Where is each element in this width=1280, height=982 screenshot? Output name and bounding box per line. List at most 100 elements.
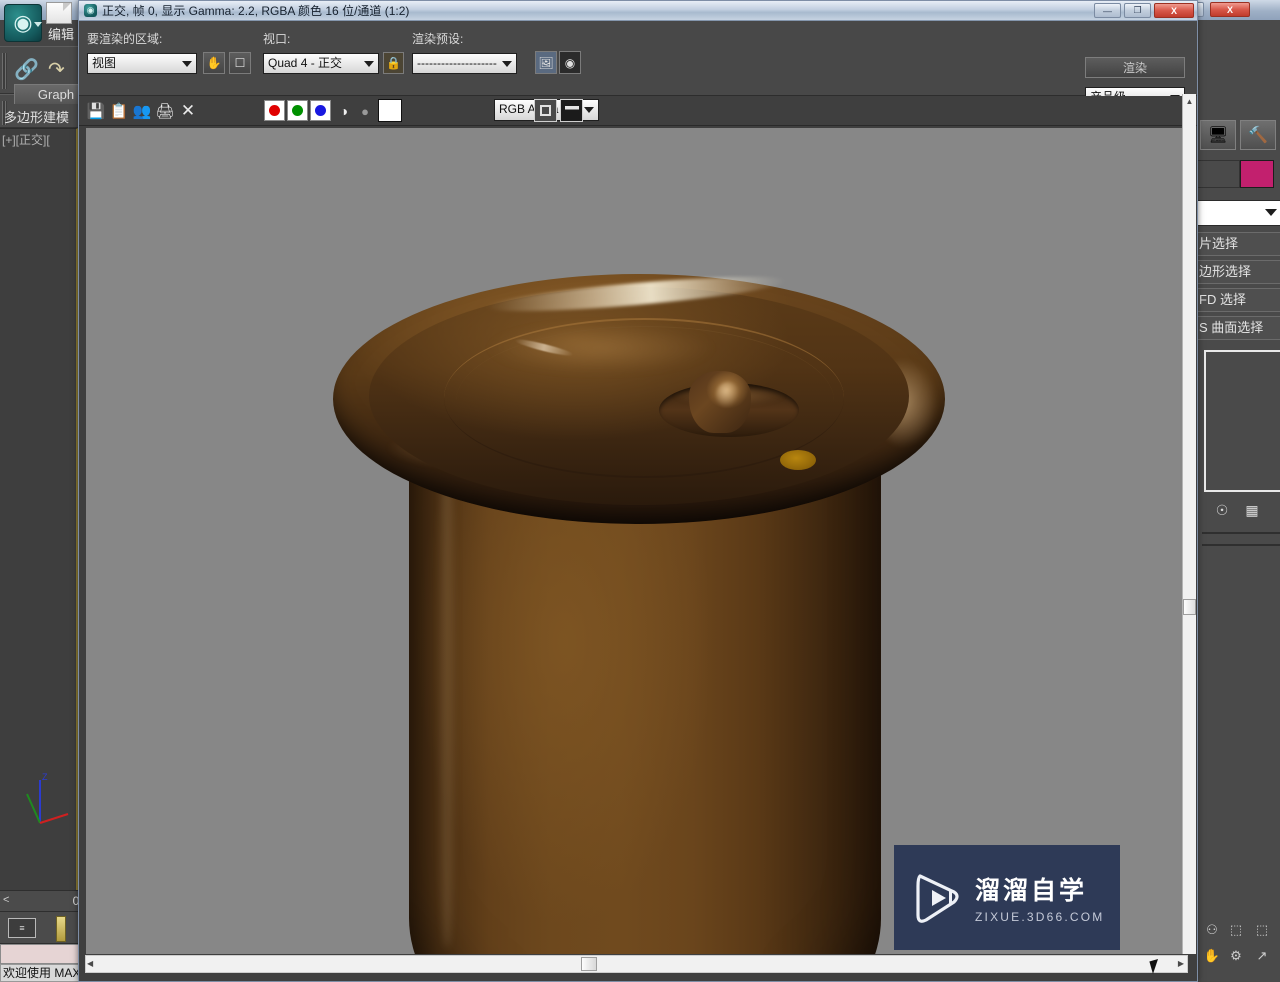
tab-display-icon[interactable]: 🖥	[1200, 120, 1236, 150]
lock-icon[interactable]: 🔒	[383, 52, 404, 74]
scroll-left-arrow-icon[interactable]: ◀	[87, 959, 93, 968]
modifier-item-0[interactable]: 片选择	[1196, 232, 1280, 256]
jar-lid-sheen	[486, 323, 716, 373]
render-frame-window: ◉ 正交, 帧 0, 显示 Gamma: 2.2, RGBA 颜色 16 位/通…	[78, 0, 1198, 982]
zoom-all-icon[interactable]: ⬚	[1226, 920, 1246, 940]
object-color-swatch[interactable]	[1240, 160, 1274, 188]
pan-hand-icon[interactable]: ✋	[1202, 946, 1222, 966]
print-bitmap-icon[interactable]: 🖨	[154, 100, 176, 122]
max-logo-dropdown-caret-icon[interactable]	[34, 22, 42, 27]
tab-utilities-hammer-icon[interactable]: 🔨	[1240, 120, 1276, 150]
render-frame-window-controls: — ❐ X	[1094, 3, 1194, 18]
copy-bitmap-icon[interactable]: 📋	[108, 100, 130, 122]
watermark-title: 溜溜自学	[975, 877, 1088, 905]
max-command-panel: 🖥 🔨 片选择 边形选择 FD 选择 S 曲面选择 ☉ ▦ ⚇ ⬚ ⬚ ✋ ⚙ …	[1195, 20, 1280, 982]
render-frame-app-icon: ◉	[84, 4, 97, 17]
zoom-extents-icon[interactable]: ⬚	[1252, 920, 1272, 940]
watermark-overlay: 溜溜自学 ZIXUE.3D66.COM	[894, 845, 1120, 950]
area-to-render-label: 要渲染的区域:	[87, 32, 163, 46]
edit-region-icon[interactable]: ☐	[229, 52, 251, 74]
render-vertical-scrollbar[interactable]: ▲	[1182, 94, 1196, 954]
render-setup-icon[interactable]: 🖼	[535, 51, 557, 74]
toolbar-gripper[interactable]	[2, 53, 7, 89]
jar-vent-hole	[780, 450, 816, 470]
modifier-item-1[interactable]: 边形选择	[1196, 260, 1280, 284]
red-channel-dot-icon	[269, 105, 280, 116]
max-status-field	[0, 944, 80, 964]
vertical-scrollbar-thumb[interactable]	[1183, 599, 1196, 615]
background-color-swatch[interactable]	[378, 99, 402, 122]
render-image-toolbar: 💾 📋 👥 🖨 ✕ ◑ ● RGB Alpha	[79, 96, 1197, 126]
display-alpha-icon[interactable]	[560, 99, 583, 122]
save-bitmap-icon[interactable]: 💾	[85, 100, 107, 122]
render-maximize-button[interactable]: ❐	[1124, 3, 1151, 18]
red-channel-button[interactable]	[264, 100, 285, 121]
max-viewport[interactable]: [+][正交][ Z	[0, 128, 78, 890]
chevron-down-icon[interactable]	[502, 61, 512, 67]
area-to-render-combo[interactable]: 视图	[87, 53, 197, 74]
trackbar-scroll-left-icon[interactable]: <	[3, 894, 9, 906]
unlink-icon[interactable]: ↷	[48, 57, 65, 82]
monochrome-icon[interactable]: ●	[354, 100, 376, 122]
new-file-icon[interactable]	[46, 2, 72, 24]
render-frame-title: 正交, 帧 0, 显示 Gamma: 2.2, RGBA 颜色 16 位/通道 …	[102, 4, 410, 18]
time-slider-handle[interactable]	[56, 916, 66, 942]
render-settings-panel: 要渲染的区域: 视图 ✋ ☐ 视口: Quad 4 - 正交 🔒 渲染预设: -…	[79, 21, 1197, 107]
modifier-item-3[interactable]: S 曲面选择	[1196, 316, 1280, 340]
render-frame-titlebar[interactable]: ◉ 正交, 帧 0, 显示 Gamma: 2.2, RGBA 颜色 16 位/通…	[79, 1, 1197, 21]
chevron-down-icon[interactable]	[364, 61, 374, 67]
modifier-item-2[interactable]: FD 选择	[1196, 288, 1280, 312]
configure-modifier-sets-icon[interactable]: ▦	[1240, 498, 1264, 522]
scroll-right-arrow-icon[interactable]: ▶	[1178, 959, 1184, 968]
render-minimize-button[interactable]: —	[1094, 3, 1121, 18]
jar-body-left-highlight	[438, 428, 456, 948]
max-close-button[interactable]: X	[1210, 2, 1250, 17]
render-preset-value: --------------------	[417, 56, 497, 70]
pick-region-icon[interactable]: ✋	[203, 52, 225, 74]
render-button[interactable]: 渲染	[1085, 57, 1185, 78]
maximize-viewport-icon[interactable]: ↗	[1252, 946, 1272, 966]
zoom-icon[interactable]: ⚇	[1202, 920, 1222, 940]
blue-channel-dot-icon	[315, 105, 326, 116]
render-preset-combo[interactable]: --------------------	[412, 53, 517, 74]
modifier-stack-box[interactable]	[1204, 350, 1280, 492]
watermark-text-block: 溜溜自学 ZIXUE.3D66.COM	[975, 871, 1105, 924]
chevron-down-icon[interactable]	[1265, 209, 1277, 216]
blue-channel-button[interactable]	[310, 100, 331, 121]
chevron-down-icon[interactable]	[182, 61, 192, 67]
max-trackbar[interactable]: < 0 /	[0, 890, 90, 912]
environment-icon[interactable]: ◉	[559, 51, 581, 74]
pin-stack-icon[interactable]: ☉	[1210, 498, 1234, 522]
scroll-up-arrow-icon[interactable]: ▲	[1183, 94, 1196, 108]
duplicate-window-icon[interactable]	[534, 99, 557, 122]
alpha-channel-icon[interactable]: ◑	[333, 100, 355, 122]
watermark-subtitle: ZIXUE.3D66.COM	[975, 910, 1105, 924]
viewport-label: [+][正交][	[2, 133, 50, 147]
viewport-combo-value: Quad 4 - 正交	[268, 56, 343, 70]
modifier-stack-icon-row: ☉ ▦	[1204, 498, 1280, 526]
play-button-logo-icon	[916, 873, 959, 923]
svg-text:Z: Z	[42, 772, 48, 782]
area-to-render-value: 视图	[92, 56, 117, 70]
orbit-icon[interactable]: ⚙	[1226, 946, 1246, 966]
rendered-image-canvas[interactable]	[86, 128, 1188, 954]
clear-bitmap-icon[interactable]: ✕	[177, 100, 199, 122]
render-close-button[interactable]: X	[1154, 3, 1194, 18]
render-preset-label: 渲染预设:	[412, 32, 464, 46]
chevron-down-icon[interactable]	[584, 107, 594, 113]
viewport-field-label: 视口:	[263, 32, 291, 46]
object-name-field[interactable]	[1196, 160, 1240, 188]
set-key-filters-icon[interactable]: ≡	[8, 918, 36, 938]
modifier-list-dropdown[interactable]	[1196, 200, 1280, 226]
panel-divider-2	[1202, 544, 1280, 546]
green-channel-dot-icon	[292, 105, 303, 116]
select-link-icon[interactable]: 🔗	[14, 57, 39, 82]
clone-bitmap-icon[interactable]: 👥	[131, 100, 153, 122]
rendered-3d-object	[86, 128, 1188, 954]
horizontal-scrollbar-thumb[interactable]	[581, 957, 597, 971]
green-channel-button[interactable]	[287, 100, 308, 121]
render-horizontal-scrollbar[interactable]: ◀ ▶	[85, 955, 1188, 973]
command-panel-tabs: 🖥 🔨	[1196, 120, 1280, 154]
jar-knob-highlight	[716, 382, 740, 408]
viewport-combo[interactable]: Quad 4 - 正交	[263, 53, 379, 74]
